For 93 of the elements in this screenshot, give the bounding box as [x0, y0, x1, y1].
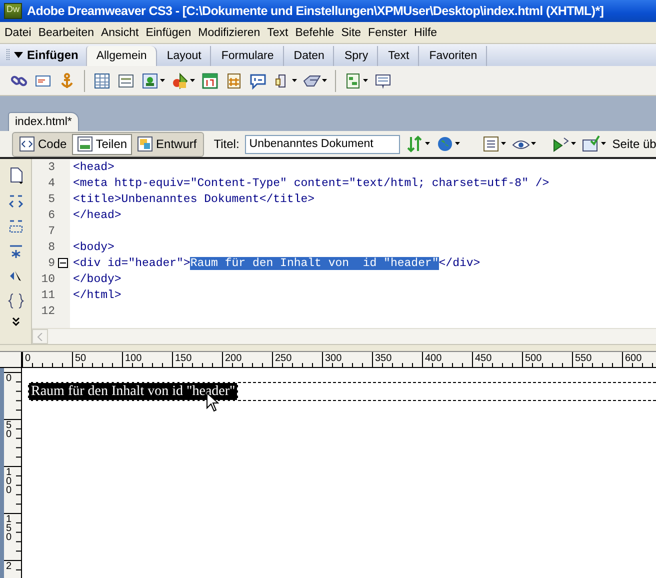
more-icon[interactable]	[10, 317, 20, 327]
code-text: <title>Unbenanntes Dokument</title>	[73, 192, 315, 206]
shapes-icon[interactable]	[171, 72, 189, 90]
caret-icon[interactable]	[455, 142, 460, 146]
line-number: 10	[41, 272, 55, 286]
ruler-label: 150	[175, 353, 192, 364]
layer-icon[interactable]	[117, 72, 135, 90]
line-number: 11	[41, 288, 55, 302]
line-number: 9	[48, 256, 55, 270]
calendar-icon[interactable]	[201, 72, 219, 90]
window-title: Adobe Dreamweaver CS3 - [C:\Dokumente und Einstellungen\XPMUser\Desktop\index.html (XHTML)*]	[27, 4, 604, 18]
ruler-label: 550	[575, 353, 592, 364]
ruler-label: 350	[375, 353, 392, 364]
checklist-icon[interactable]	[582, 135, 600, 153]
caret-icon[interactable]	[363, 78, 368, 82]
speech-bubble-icon[interactable]	[249, 72, 267, 90]
ruler-label: 250	[275, 353, 292, 364]
list-icon[interactable]	[482, 135, 500, 153]
collapse-arrow-icon[interactable]	[14, 51, 23, 59]
ruler-label: 0	[6, 373, 12, 384]
caret-icon[interactable]	[425, 142, 430, 146]
menu-item[interactable]: Text	[264, 26, 292, 38]
title-field[interactable]: Unbenanntes Dokument	[245, 134, 400, 154]
line-number: 4	[48, 176, 55, 190]
globe-icon[interactable]	[436, 135, 454, 153]
code-text: <body>	[73, 240, 114, 254]
caret-icon[interactable]	[190, 78, 195, 82]
line-number: 5	[48, 192, 55, 206]
panel-title: Einfügen	[27, 48, 78, 62]
grip-icon	[6, 48, 10, 62]
ruler-label: 100	[6, 467, 12, 496]
document-tab[interactable]: index.html*	[8, 112, 79, 131]
arrow-left-icon	[37, 332, 43, 340]
view-button[interactable]: Entwurf	[132, 134, 202, 154]
ruler-label: 300	[325, 353, 342, 364]
ruler-label: 200	[225, 353, 242, 364]
design-view-icon	[137, 136, 154, 152]
caret-icon[interactable]	[322, 78, 327, 82]
caret-icon[interactable]	[571, 142, 576, 146]
insert-tab[interactable]: Allgemein	[86, 46, 157, 66]
play-icon[interactable]	[552, 135, 570, 153]
ruler-label: 150	[6, 514, 12, 543]
caret-icon[interactable]	[292, 78, 297, 82]
template-icon[interactable]	[344, 72, 362, 90]
menu-item[interactable]: Ansicht	[97, 26, 142, 38]
ruler-label: 0	[25, 353, 31, 364]
ruler-label: 2	[6, 561, 12, 572]
browser-window-icon[interactable]	[374, 72, 392, 90]
ruler-label: 500	[525, 353, 542, 364]
caret-icon[interactable]	[601, 142, 606, 146]
collapse-icon[interactable]	[58, 258, 68, 268]
ruler-label: 100	[125, 353, 142, 364]
image-icon[interactable]	[141, 72, 159, 90]
code-text: <head>	[73, 160, 114, 174]
menu-item[interactable]: Einfügen	[142, 26, 195, 38]
line-number: 8	[48, 240, 55, 254]
view-button[interactable]: Code	[14, 134, 72, 154]
toolbar-label[interactable]: Seite üb	[612, 137, 656, 151]
view-button[interactable]: Teilen	[72, 134, 132, 154]
code-text: </div>	[438, 256, 480, 270]
ruler-label: 450	[475, 353, 492, 364]
code-view-icon	[19, 136, 35, 152]
code-text: </head>	[73, 208, 122, 222]
line-number: 6	[48, 208, 55, 222]
caret-icon[interactable]	[160, 78, 165, 82]
line-number: 7	[48, 224, 55, 238]
menu-item[interactable]: Hilfe	[410, 26, 441, 38]
ruler-label: 50	[6, 420, 12, 440]
app-logo: Dw	[4, 3, 22, 19]
ruler-label: 50	[75, 353, 86, 364]
table-icon[interactable]	[93, 72, 111, 90]
ruler-label: 400	[425, 353, 442, 364]
menu-item[interactable]: Befehle	[292, 26, 338, 38]
caret-icon[interactable]	[531, 142, 536, 146]
caret-icon[interactable]	[501, 142, 506, 146]
menu-item[interactable]: Modifizieren	[194, 26, 264, 38]
hash-icon[interactable]	[225, 72, 243, 90]
ruler-label: 600	[625, 353, 642, 364]
code-text: </html>	[73, 288, 122, 302]
code-text: <div id="header">	[73, 256, 190, 270]
menu-item[interactable]: Fenster	[364, 26, 411, 38]
menu-item[interactable]: Bearbeiten	[34, 26, 98, 38]
menu-item[interactable]: Datei	[1, 26, 35, 38]
code-text: <meta http-equiv="Content-Type" content="text/html; charset=utf-8" />	[73, 176, 550, 190]
split-view-icon	[76, 136, 93, 152]
line-number: 12	[41, 304, 55, 318]
code-text: </body>	[73, 272, 122, 286]
code-text: Raum für den Inhalt von id "header"	[190, 256, 439, 270]
line-number: 3	[48, 160, 55, 174]
div-content-text: Raum für den Inhalt von id "header"	[28, 382, 238, 401]
menu-item[interactable]: Site	[338, 26, 365, 38]
braces-icon[interactable]	[6, 292, 24, 310]
field-label: Titel:	[214, 137, 240, 151]
